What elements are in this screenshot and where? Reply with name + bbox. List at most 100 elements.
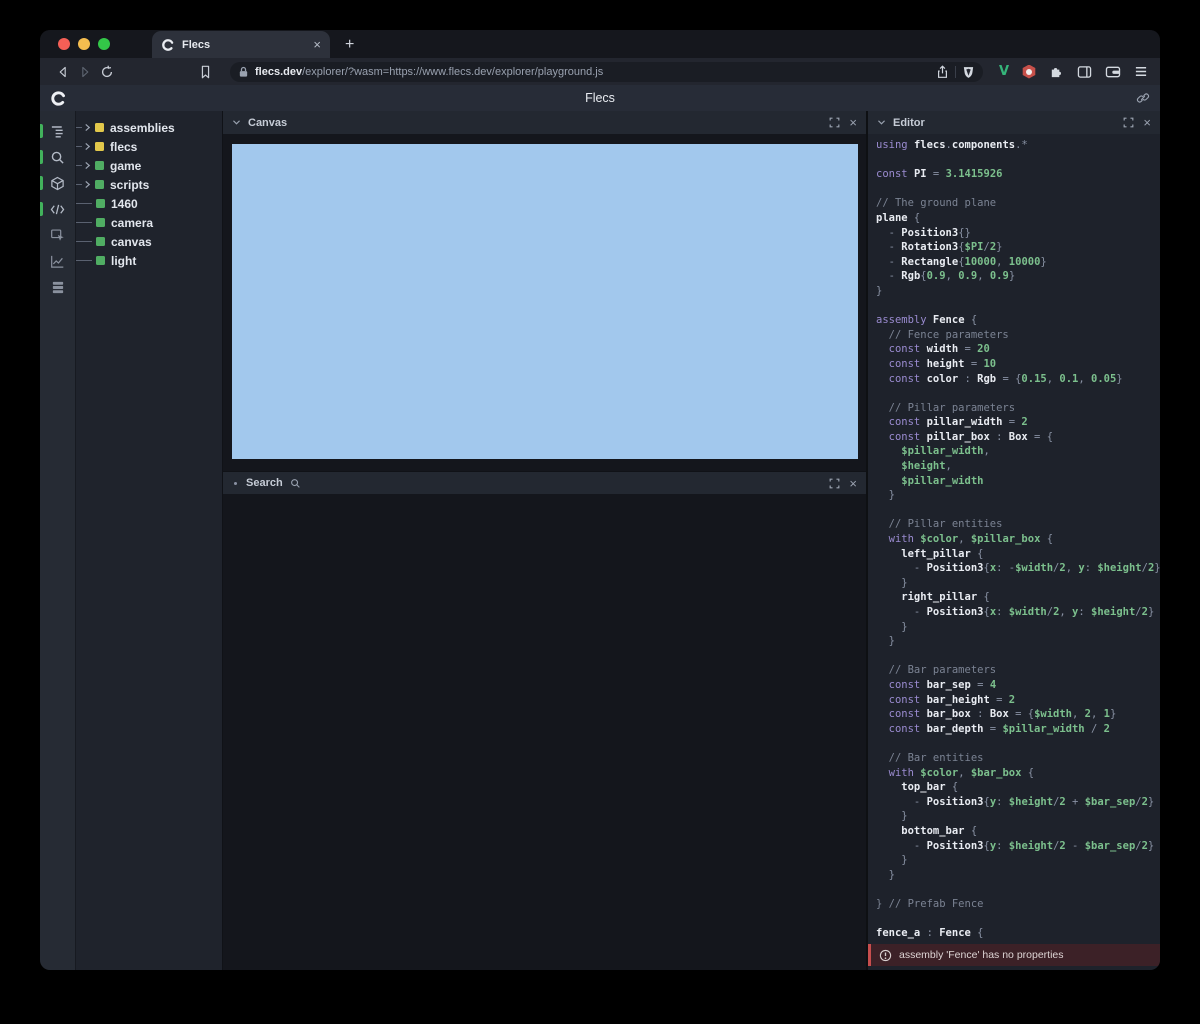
tree-guide [76,184,82,185]
chevron-right-icon[interactable] [84,142,91,151]
entity-color-square [95,142,104,151]
code-line: } [876,620,1160,635]
editor-panel-title: Editor [893,117,925,129]
code-line: with $color, $bar_box { [876,766,1160,781]
extensions-puzzle-icon[interactable] [1049,64,1064,79]
code-line: - Rotation3{$PI/2} [876,240,1160,255]
error-message: assembly 'Fence' has no properties [899,949,1064,961]
rail-item-inspect[interactable] [40,222,75,248]
browser-toolbar: flecs.dev/explorer/?wasm=https://www.fle… [40,58,1160,85]
code-line: const height = 10 [876,357,1160,372]
chevron-down-icon[interactable] [877,119,886,126]
share-icon[interactable] [936,65,949,79]
code-line: const bar_depth = $pillar_width / 2 [876,722,1160,737]
editor-panel-controls: × [1123,116,1151,129]
fullscreen-icon[interactable] [829,478,840,489]
fullscreen-icon[interactable] [1123,117,1134,128]
rail-item-code[interactable] [40,196,75,222]
tree-item-game[interactable]: game [76,156,222,175]
code-line [876,299,1160,314]
rail-item-tree-view[interactable] [40,118,75,144]
code-line [876,911,1160,926]
entity-color-square [96,199,105,208]
code-line [876,882,1160,897]
code-line: $pillar_width, [876,444,1160,459]
zoom-window-button[interactable] [98,38,110,50]
error-bar: assembly 'Fence' has no properties [868,944,1160,966]
tree-item-assemblies[interactable]: assemblies [76,118,222,137]
browser-tab[interactable]: Flecs × [152,31,330,58]
tree-guide [76,127,82,128]
close-icon[interactable]: × [849,116,857,129]
code-line: const pillar_width = 2 [876,415,1160,430]
search-panel-title: Search [246,477,283,489]
rail-item-cube[interactable] [40,170,75,196]
url-path: /explorer/?wasm=https://www.flecs.dev/ex… [302,66,603,78]
new-tab-button[interactable]: + [345,36,354,54]
bullet-icon[interactable] [234,482,237,485]
forward-icon[interactable] [74,65,96,79]
tab-close-icon[interactable]: × [313,38,321,51]
chevron-right-icon[interactable] [84,161,91,170]
code-area[interactable]: using flecs.components.* const PI = 3.14… [868,134,1160,970]
fullscreen-icon[interactable] [829,117,840,128]
tree-item-canvas[interactable]: canvas [76,232,222,251]
canvas-panel-header: Canvas × [223,111,866,134]
shield-icon[interactable] [962,65,975,79]
tree-guide [76,260,92,261]
lock-icon [238,66,249,78]
code-line: // Pillar entities [876,517,1160,532]
tree-item-label: light [111,254,136,268]
url-domain: flecs.dev [255,66,302,78]
rail-item-search[interactable] [40,144,75,170]
code-line: fence_a : Fence { [876,926,1160,941]
tree-item-flecs[interactable]: flecs [76,137,222,156]
code-line [876,503,1160,518]
tab-strip: Flecs × + [40,30,1160,58]
code-line: // Bar parameters [876,663,1160,678]
bookmark-icon[interactable] [194,65,216,79]
close-window-button[interactable] [58,38,70,50]
code-line: - Rectangle{10000, 10000} [876,255,1160,270]
reload-icon[interactable] [96,65,118,79]
chevron-down-icon[interactable] [232,119,241,126]
search-icon [50,150,65,165]
canvas-panel-title: Canvas [248,117,287,129]
tree-item-1460[interactable]: 1460 [76,194,222,213]
rail-item-chart[interactable] [40,248,75,274]
tree-item-scripts[interactable]: scripts [76,175,222,194]
chevron-right-icon[interactable] [84,180,91,189]
entity-color-square [96,256,105,265]
back-icon[interactable] [52,65,74,79]
canvas-surface[interactable] [232,144,858,459]
sidebar-icon[interactable] [1077,65,1092,79]
tab-title: Flecs [182,39,306,51]
tree-item-label: flecs [110,140,137,154]
browser-window: Flecs × + flecs.dev/explorer/?wasm=https… [40,30,1160,970]
close-icon[interactable]: × [849,477,857,490]
tree-item-light[interactable]: light [76,251,222,270]
entity-color-square [95,123,104,132]
close-icon[interactable]: × [1143,116,1151,129]
active-indicator [40,150,43,164]
extension-v-icon[interactable]: V [999,64,1009,79]
code-line: const bar_box : Box = {$width, 2, 1} [876,707,1160,722]
active-indicator [40,176,43,190]
minimize-window-button[interactable] [78,38,90,50]
extension-badge-icon[interactable] [1022,65,1036,79]
main-column: Canvas × Search [222,111,866,970]
code-line [876,153,1160,168]
menu-icon[interactable] [1134,65,1148,78]
tree-item-camera[interactable]: camera [76,213,222,232]
wallet-icon[interactable] [1105,65,1121,79]
code-line: const bar_sep = 4 [876,678,1160,693]
code-line: left_pillar { [876,547,1160,562]
chevron-right-icon[interactable] [84,123,91,132]
url-bar[interactable]: flecs.dev/explorer/?wasm=https://www.fle… [230,62,983,82]
cube-icon [50,176,65,191]
rail-item-stack[interactable] [40,274,75,300]
code-line: $pillar_width [876,474,1160,489]
code-line: - Position3{x: -$width/2, y: $height/2} [876,561,1160,576]
url-text: flecs.dev/explorer/?wasm=https://www.fle… [255,66,930,78]
code-line: bottom_bar { [876,824,1160,839]
